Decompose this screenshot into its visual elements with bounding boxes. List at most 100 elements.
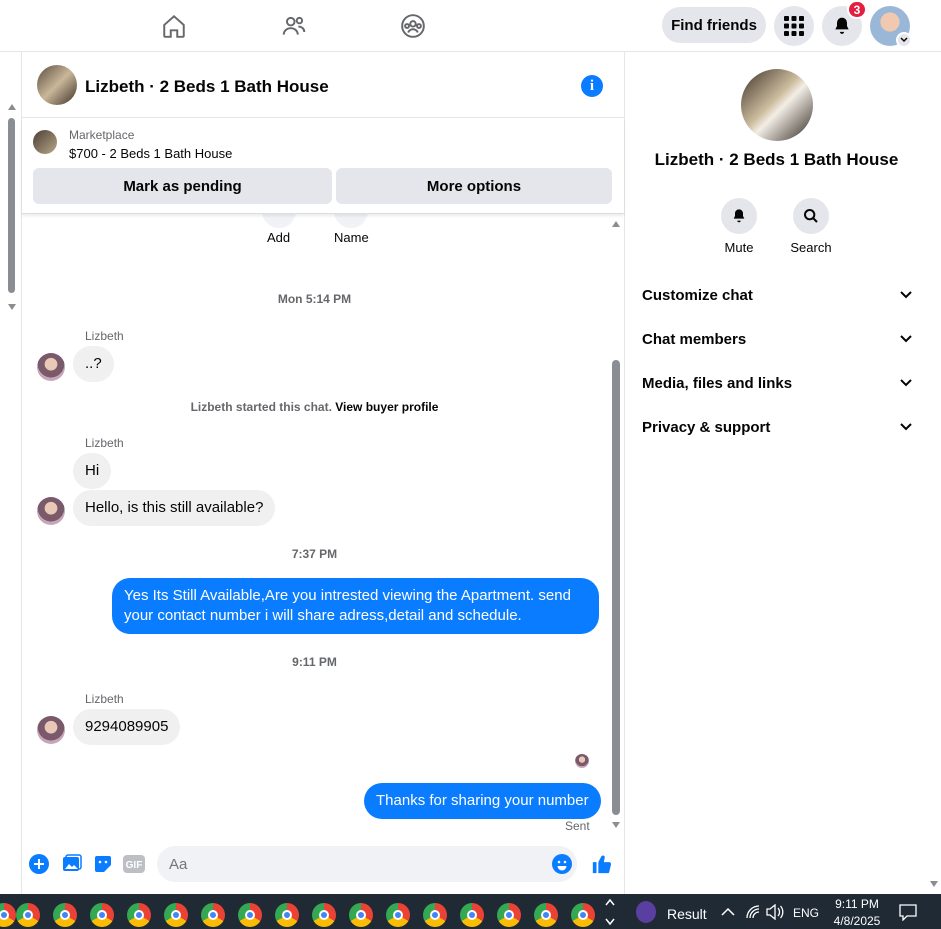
chevron-down-icon xyxy=(900,291,912,299)
timestamp: Mon 5:14 PM xyxy=(277,292,352,306)
chrome-icon[interactable] xyxy=(16,903,40,927)
chrome-icon[interactable] xyxy=(423,903,447,927)
sender-avatar[interactable] xyxy=(37,497,65,525)
plus-icon[interactable] xyxy=(28,853,50,875)
chrome-icon[interactable] xyxy=(164,903,188,927)
bell-icon xyxy=(835,17,849,34)
chat-members-section[interactable]: Chat members xyxy=(642,317,912,361)
timestamp: 9:11 PM xyxy=(292,655,337,669)
incoming-message[interactable]: Hello, is this still available? xyxy=(73,490,276,526)
seen-avatar xyxy=(575,754,589,768)
incoming-message[interactable]: Hi xyxy=(73,453,112,489)
taskbar-scroll-icon[interactable] xyxy=(605,897,615,927)
chevron-down-icon[interactable] xyxy=(896,32,912,48)
gif-icon[interactable]: GIF xyxy=(123,853,145,875)
chrome-icon[interactable] xyxy=(53,903,77,927)
sticker-icon[interactable] xyxy=(92,853,114,875)
system-text: Lizbeth started this chat. xyxy=(190,400,332,414)
chrome-icon[interactable] xyxy=(127,903,151,927)
mute-button[interactable]: Mute xyxy=(709,198,769,255)
chrome-icon[interactable] xyxy=(460,903,484,927)
chrome-icon[interactable] xyxy=(534,903,558,927)
home-icon[interactable] xyxy=(158,10,190,42)
thread-title[interactable]: Lizbeth · 2 Beds 1 Bath House xyxy=(85,77,329,97)
chrome-icon[interactable] xyxy=(275,903,299,927)
system-message: Lizbeth started this chat. View buyer pr… xyxy=(22,400,607,414)
incoming-message[interactable]: 9294089905 xyxy=(73,709,181,745)
scroll-down-icon[interactable] xyxy=(930,881,938,887)
photo-icon[interactable] xyxy=(61,853,83,875)
left-scroll-thumb[interactable] xyxy=(8,118,15,293)
outgoing-message[interactable]: Thanks for sharing your number xyxy=(364,783,601,819)
notification-center-icon[interactable] xyxy=(899,904,917,921)
scroll-up-icon[interactable] xyxy=(612,221,620,227)
section-label: Chat members xyxy=(642,330,747,348)
find-friends-button[interactable]: Find friends xyxy=(662,7,766,43)
search-icon xyxy=(804,209,818,223)
chrome-icon[interactable] xyxy=(0,903,16,927)
info-icon[interactable]: i xyxy=(581,75,603,97)
chevron-down-icon xyxy=(900,379,912,387)
volume-icon[interactable] xyxy=(766,904,784,920)
add-chip[interactable] xyxy=(262,214,296,228)
top-navigation-bar: Find friends 3 xyxy=(0,0,941,52)
message-scrollbar[interactable] xyxy=(608,214,624,837)
scroll-up-icon[interactable] xyxy=(8,104,16,110)
listing-title[interactable]: $700 - 2 Beds 1 Bath House xyxy=(69,146,232,161)
clock-date[interactable]: 4/8/2025 xyxy=(830,914,884,928)
chrome-icon[interactable] xyxy=(386,903,410,927)
chrome-icon[interactable] xyxy=(497,903,521,927)
name-chip[interactable] xyxy=(334,214,368,228)
svg-text:GIF: GIF xyxy=(126,860,143,871)
bell-icon xyxy=(733,209,745,223)
customize-chat-section[interactable]: Customize chat xyxy=(642,273,912,317)
message-input[interactable] xyxy=(157,846,577,882)
clock-time[interactable]: 9:11 PM xyxy=(834,897,880,911)
marketplace-label: Marketplace xyxy=(69,128,135,142)
name-label[interactable]: Name xyxy=(334,230,369,245)
more-options-button[interactable]: More options xyxy=(336,168,612,204)
chrome-icon[interactable] xyxy=(90,903,114,927)
chrome-icon[interactable] xyxy=(238,903,262,927)
search-button[interactable]: Search xyxy=(781,198,841,255)
result-label[interactable]: Result xyxy=(667,906,707,922)
chrome-icon[interactable] xyxy=(349,903,373,927)
grid-menu-icon xyxy=(784,16,804,36)
friends-icon[interactable] xyxy=(278,10,310,42)
scroll-down-icon[interactable] xyxy=(612,822,620,828)
message-status: Sent xyxy=(565,819,590,833)
groups-icon[interactable] xyxy=(397,10,429,42)
incoming-message[interactable]: ..? xyxy=(73,346,114,382)
view-buyer-profile-link[interactable]: View buyer profile xyxy=(335,400,438,414)
left-scrollbar[interactable] xyxy=(0,52,22,894)
panel-title: Lizbeth · 2 Beds 1 Bath House xyxy=(654,150,899,169)
result-app-icon[interactable] xyxy=(636,901,656,923)
emoji-icon[interactable] xyxy=(551,853,573,875)
listing-thumbnail[interactable] xyxy=(33,130,57,154)
sender-avatar[interactable] xyxy=(37,353,65,381)
wifi-icon[interactable] xyxy=(745,904,761,920)
add-label[interactable]: Add xyxy=(267,230,290,245)
language-indicator[interactable]: ENG xyxy=(793,906,819,920)
right-scrollbar[interactable] xyxy=(927,52,941,894)
outgoing-message[interactable]: Yes Its Still Available,Are you intreste… xyxy=(112,578,599,634)
message-scroll-thumb[interactable] xyxy=(612,360,620,815)
media-files-links-section[interactable]: Media, files and links xyxy=(642,361,912,405)
timestamp: 7:37 PM xyxy=(291,547,338,561)
sender-name: Lizbeth xyxy=(85,692,124,706)
thumbs-up-icon[interactable] xyxy=(591,853,613,875)
privacy-support-section[interactable]: Privacy & support xyxy=(642,405,912,449)
mark-as-pending-button[interactable]: Mark as pending xyxy=(33,168,332,204)
message-composer: GIF xyxy=(22,837,624,894)
sender-avatar[interactable] xyxy=(37,716,65,744)
chevron-up-icon[interactable] xyxy=(721,907,735,916)
mute-label: Mute xyxy=(724,240,754,255)
chrome-icon[interactable] xyxy=(312,903,336,927)
chrome-icon[interactable] xyxy=(571,903,595,927)
scroll-down-icon[interactable] xyxy=(8,304,16,310)
thread-avatar[interactable] xyxy=(37,65,77,105)
thread-large-avatar[interactable] xyxy=(741,69,813,141)
section-label: Media, files and links xyxy=(642,374,793,392)
chrome-icon[interactable] xyxy=(201,903,225,927)
menu-button[interactable] xyxy=(774,6,814,46)
